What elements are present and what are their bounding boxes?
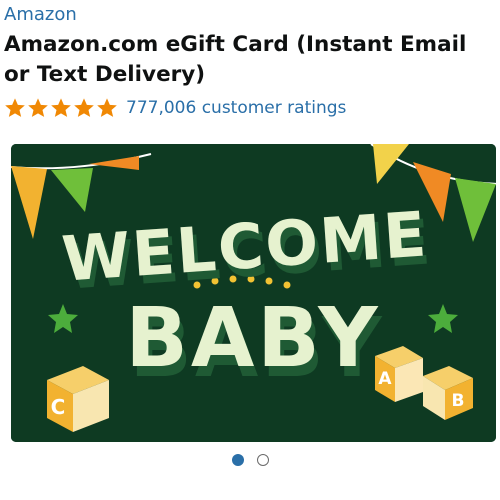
- product-title: Amazon.com eGift Card (Instant Email or …: [4, 32, 467, 87]
- ratings-count-link[interactable]: 777,006 customer ratings: [126, 98, 346, 118]
- carousel-dot[interactable]: [256, 454, 269, 466]
- card-line2: BABY: [125, 291, 380, 386]
- toy-block-right-a: A: [375, 346, 423, 402]
- block-letter-a: A: [378, 369, 392, 389]
- carousel-indicator: [0, 454, 500, 466]
- block-letter-c: C: [51, 395, 66, 419]
- star-icon: [5, 98, 25, 117]
- block-letter-b: B: [452, 391, 465, 411]
- brand-link[interactable]: Amazon: [4, 4, 77, 26]
- star-icon: [74, 98, 94, 117]
- rating-row[interactable]: 777,006 customer ratings: [4, 94, 346, 122]
- star-icon: [51, 98, 71, 117]
- star-rating: [4, 97, 118, 119]
- star-icon: [97, 98, 117, 117]
- star-icon: [28, 98, 48, 117]
- gift-card-image[interactable]: WELCOME WELCOME BABY BABY C A B: [11, 144, 496, 442]
- carousel-dot-active[interactable]: [231, 454, 244, 466]
